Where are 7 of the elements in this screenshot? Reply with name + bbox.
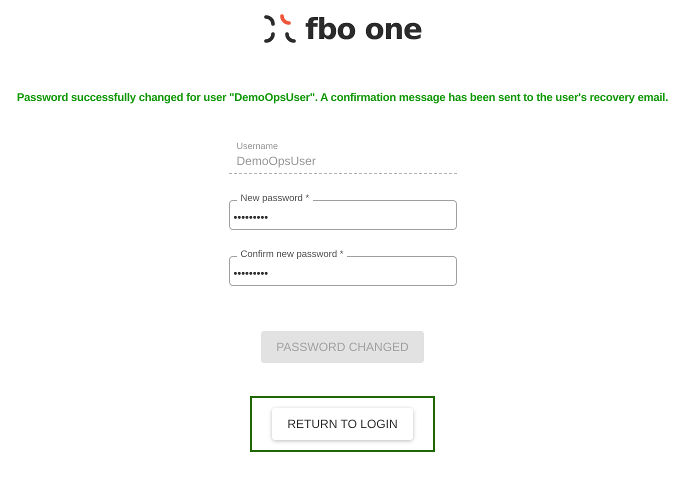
success-message: Password successfully changed for user "DemoOpsUser". A confirmation message has been sent to the user's recovery email.	[16, 92, 668, 104]
logo-text: fbo one	[305, 12, 422, 46]
logo-icon	[263, 12, 298, 46]
field-label: Confirm new password *	[236, 249, 348, 261]
field-label: New password *	[236, 193, 314, 205]
action-button[interactable]: RETURN TO LOGIN	[272, 408, 413, 440]
username-field: Username DemoOpsUser	[228, 137, 456, 174]
